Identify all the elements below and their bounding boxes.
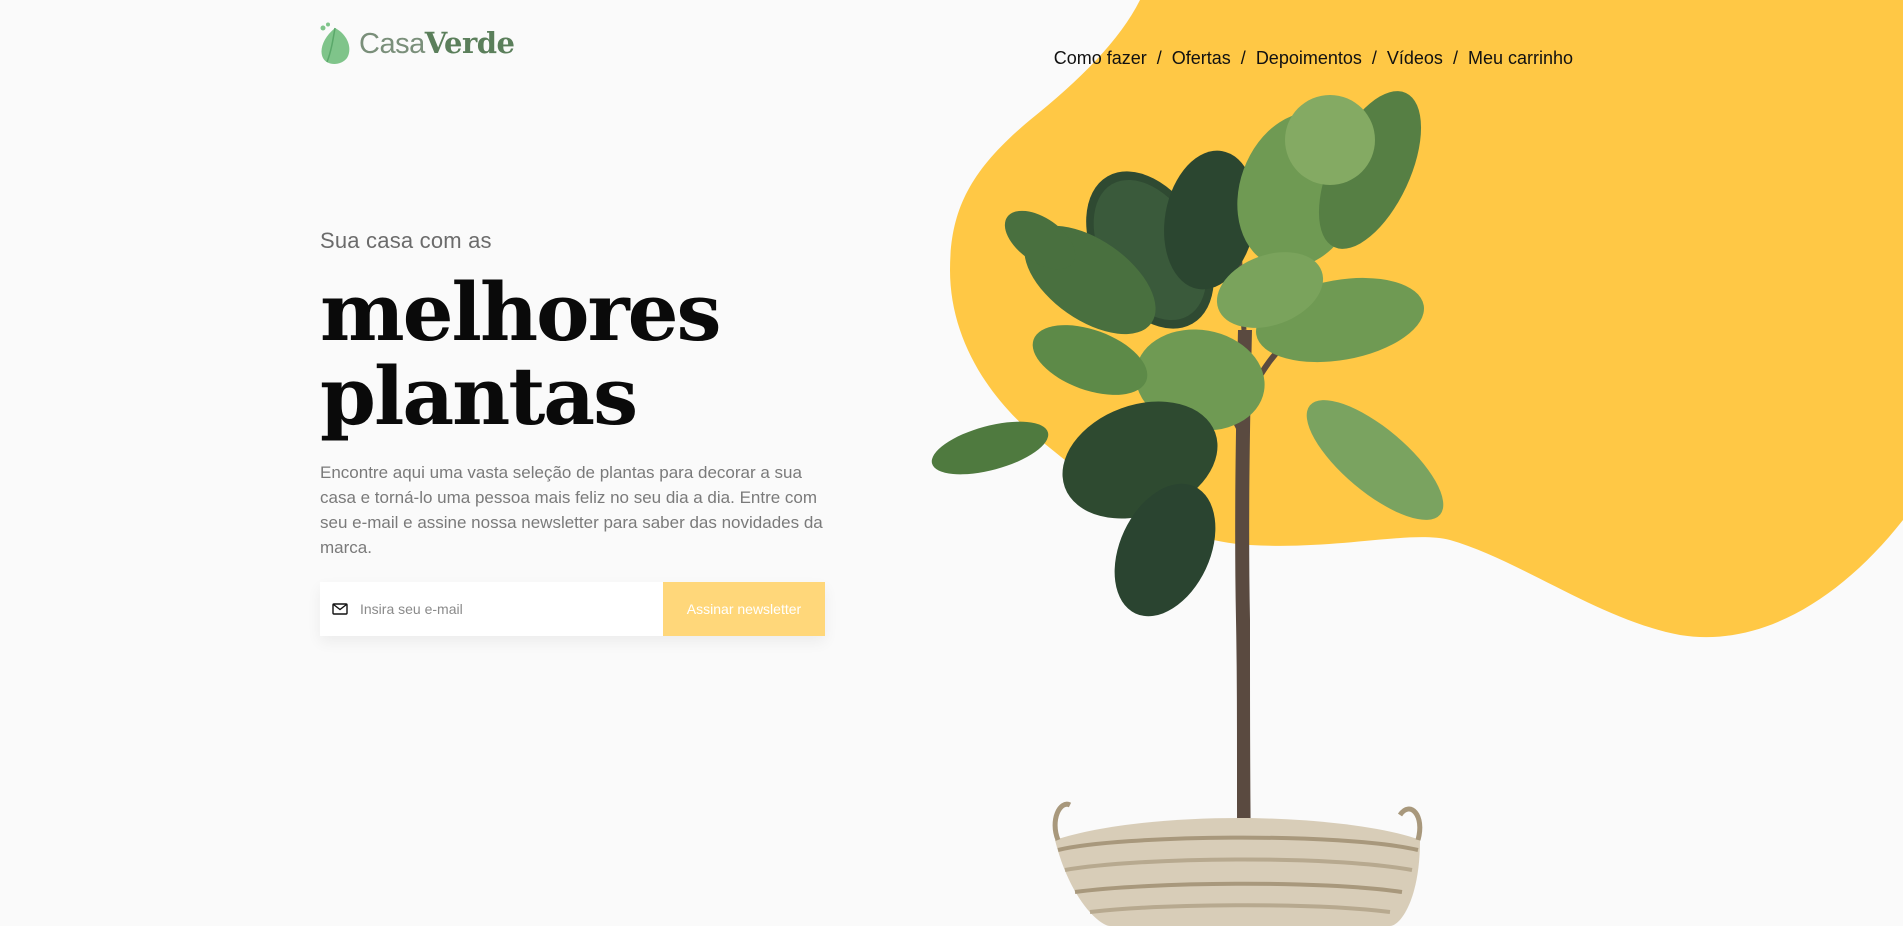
nav-separator: / <box>1156 48 1162 68</box>
landing-page: CasaVerde Como fazer / Ofertas / Depoime… <box>0 0 1903 926</box>
hero-plant-image <box>931 91 1444 926</box>
nav-separator: / <box>1452 48 1458 68</box>
main-nav: Como fazer / Ofertas / Depoimentos / Víd… <box>1054 48 1573 69</box>
site-header: CasaVerde Como fazer / Ofertas / Depoime… <box>0 0 1903 100</box>
nav-item-depoimentos[interactable]: Depoimentos <box>1256 48 1362 69</box>
hero-description: Encontre aqui uma vasta seleção de plant… <box>320 463 823 557</box>
nav-item-ofertas[interactable]: Ofertas <box>1172 48 1231 69</box>
brand-name-bold: Verde <box>424 26 515 60</box>
brand-logo[interactable]: CasaVerde <box>319 20 515 68</box>
brand-name: CasaVerde <box>359 29 515 59</box>
hero-section: Sua casa com as melhores plantas Encontr… <box>320 228 840 636</box>
leaf-logo-icon <box>319 22 351 66</box>
brand-name-light: Casa <box>359 28 425 60</box>
hero-headline: melhores plantas <box>320 270 840 438</box>
nav-separator: / <box>1371 48 1377 68</box>
nav-item-videos[interactable]: Vídeos <box>1387 48 1443 69</box>
subscribe-newsletter-button[interactable]: Assinar newsletter <box>663 582 825 636</box>
hero-headline-line1: melhores <box>320 265 722 359</box>
nav-item-como-fazer[interactable]: Como fazer <box>1054 48 1147 69</box>
newsletter-form: Assinar newsletter <box>320 582 825 636</box>
email-field-wrapper <box>320 582 663 636</box>
mail-icon <box>332 603 348 615</box>
hero-headline-line2: plantas <box>320 349 638 443</box>
nav-separator: / <box>1240 48 1246 68</box>
hero-eyebrow: Sua casa com as <box>320 228 492 253</box>
email-input[interactable] <box>358 600 642 618</box>
nav-item-meu-carrinho[interactable]: Meu carrinho <box>1468 48 1573 69</box>
